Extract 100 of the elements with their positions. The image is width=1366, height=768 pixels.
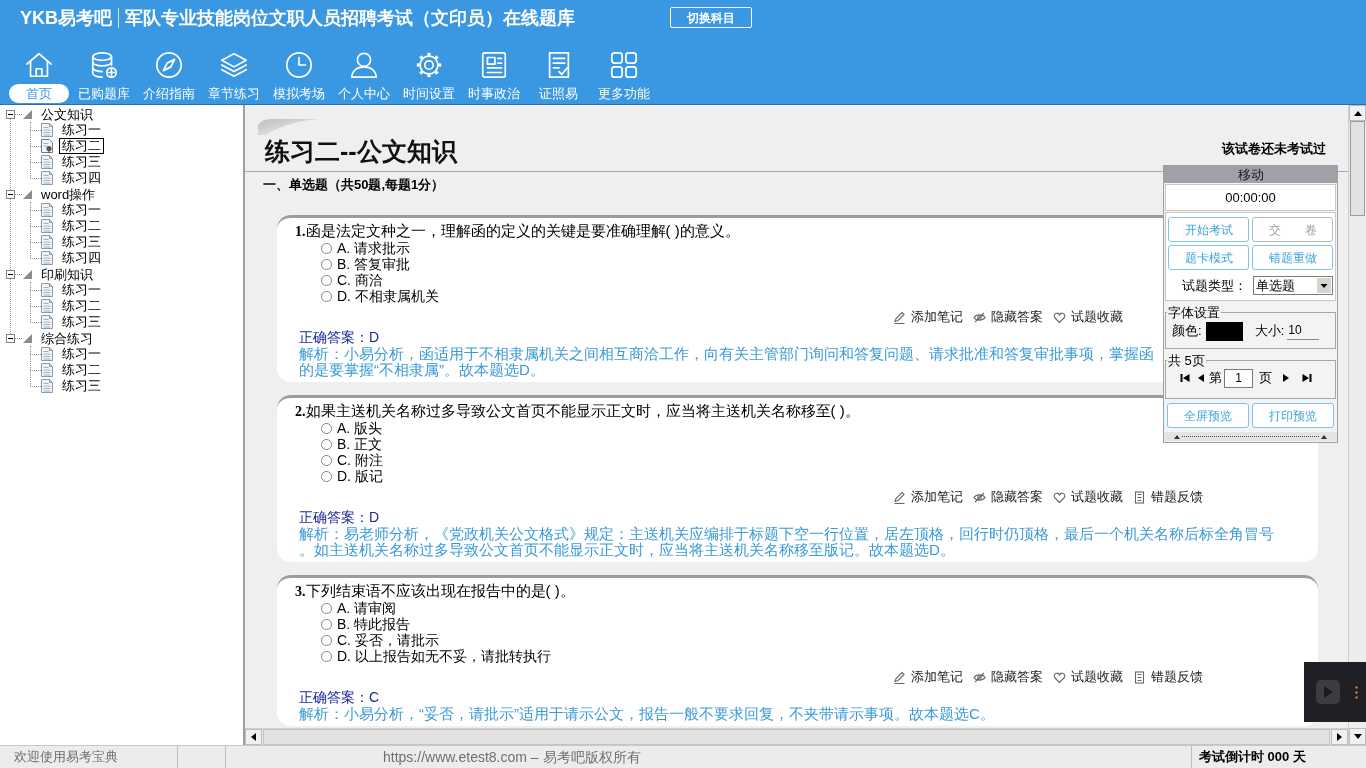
radio-button[interactable]	[321, 274, 332, 286]
layers-icon	[218, 50, 249, 80]
radio-button[interactable]	[321, 242, 332, 254]
last-page-icon[interactable]	[1302, 373, 1312, 383]
question-action[interactable]: 试题收藏	[1053, 307, 1123, 327]
tree-group-label[interactable]: 印刷知识	[41, 266, 93, 282]
question-number: 2.	[295, 403, 306, 421]
minus-box-icon[interactable]	[6, 189, 15, 199]
question-action[interactable]: 添加笔记	[893, 307, 963, 327]
radio-button[interactable]	[321, 422, 332, 434]
question-action[interactable]: 试题收藏	[1053, 667, 1123, 687]
answer-explanation: 的是要掌握“不相隶属”。故本题选D。	[299, 362, 545, 378]
minus-box-icon[interactable]	[6, 269, 15, 279]
tree-item[interactable]: 练习三	[59, 154, 104, 170]
question-action[interactable]: 错题反馈	[1133, 487, 1203, 507]
document-icon	[41, 123, 53, 137]
compass-icon	[153, 50, 184, 80]
minus-box-icon[interactable]	[6, 333, 15, 343]
question-action[interactable]: 添加笔记	[893, 667, 963, 687]
question-text: 函是法定文种之一，理解函的定义的关键是要准确理解( )的意义。	[305, 222, 740, 240]
scroll-right-button[interactable]	[1331, 729, 1348, 745]
tree-item[interactable]: 练习二	[59, 362, 104, 378]
radio-button[interactable]	[321, 618, 332, 630]
radio-button[interactable]	[321, 290, 332, 302]
pencil-icon	[893, 670, 906, 684]
font-color-swatch[interactable]	[1205, 321, 1243, 341]
radio-button[interactable]	[321, 258, 332, 270]
document-icon	[41, 363, 53, 377]
field-label: 颜色:	[1172, 322, 1202, 341]
app-title: 军队专业技能岗位文职人员招聘考试（文印员）在线题库	[125, 6, 575, 29]
tree-item[interactable]: 练习一	[59, 122, 104, 138]
tree-group-label[interactable]: 公文知识	[41, 106, 93, 122]
scroll-up-button[interactable]	[1349, 105, 1366, 121]
pager-label: 第	[1209, 369, 1222, 388]
document-icon	[41, 251, 53, 265]
timer-display: 00:00:00	[1165, 184, 1336, 211]
page-number-field[interactable]: 1	[1224, 368, 1253, 388]
document-icon	[41, 299, 53, 313]
font-size-field[interactable]: 10	[1287, 322, 1320, 340]
option-label: B. 答复审批	[337, 256, 411, 272]
triangle-right-icon	[1337, 733, 1342, 741]
panel-title-bar[interactable]: 移动	[1164, 166, 1337, 183]
triangle-up-icon	[1353, 110, 1362, 116]
first-page-icon[interactable]	[1180, 373, 1190, 383]
document-icon	[41, 315, 53, 329]
eye-slash-icon	[973, 490, 986, 504]
radio-button[interactable]	[321, 454, 332, 466]
tree-item[interactable]: 练习一	[59, 282, 104, 298]
document-icon	[41, 219, 53, 233]
triangle-down-icon	[1353, 734, 1362, 739]
document-icon	[41, 155, 53, 169]
scrollbar-thumb[interactable]	[1350, 121, 1365, 216]
option-label: B. 特此报告	[337, 616, 411, 632]
question-action[interactable]: 隐藏答案	[973, 487, 1043, 507]
tree-item[interactable]: 练习三	[59, 314, 104, 330]
tree-item[interactable]: 练习四	[59, 170, 104, 186]
radio-button[interactable]	[321, 602, 332, 614]
radio-button[interactable]	[321, 634, 332, 646]
tree-item[interactable]: 练习四	[59, 250, 104, 266]
radio-button[interactable]	[321, 438, 332, 450]
pencil-icon	[893, 490, 906, 504]
copyright-text: https://www.etest8.com – 易考吧版权所有	[383, 747, 641, 767]
question-type-select[interactable]: 单选题	[1253, 276, 1333, 295]
question-action[interactable]: 隐藏答案	[973, 667, 1043, 687]
field-label: 大小:	[1254, 322, 1285, 341]
exam-status: 该试卷还未考试过	[1222, 141, 1326, 157]
next-page-icon[interactable]	[1282, 373, 1290, 383]
triangle-icon	[23, 333, 32, 343]
eye-slash-icon	[973, 670, 986, 684]
radio-button[interactable]	[321, 470, 332, 482]
tree-item[interactable]: 练习二	[59, 298, 104, 314]
vertical-scrollbar[interactable]	[1348, 105, 1366, 745]
more-dots-icon[interactable]	[1355, 685, 1358, 699]
triangle-left-icon	[251, 733, 256, 741]
resize-handle[interactable]	[1164, 432, 1337, 441]
scroll-left-button[interactable]	[245, 729, 262, 745]
tree-item[interactable]: 练习三	[59, 234, 104, 250]
tree-item[interactable]: 练习二	[59, 138, 104, 154]
tree-group-label[interactable]: 综合练习	[41, 330, 93, 346]
clock-icon	[283, 50, 314, 80]
answer-explanation: 解析：小易分析，“妥否，请批示”适用于请示公文，报告一般不要求回复，不夹带请示事项。故本题选C。	[299, 706, 996, 722]
tree-item[interactable]: 练习一	[59, 346, 104, 362]
question-text: 下列结束语不应该出现在报告中的是( )。	[305, 582, 575, 600]
minus-box-icon[interactable]	[6, 109, 15, 119]
option-label: C. 商洽	[337, 272, 383, 288]
countdown-text: 考试倒计时 000 天	[1199, 748, 1306, 767]
question-action[interactable]: 错题反馈	[1133, 667, 1203, 687]
tree-item[interactable]: 练习一	[59, 202, 104, 218]
question-action[interactable]: 隐藏答案	[973, 307, 1043, 327]
tree-item[interactable]: 练习二	[59, 218, 104, 234]
tree-group-label[interactable]: word操作	[41, 186, 96, 202]
radio-button[interactable]	[321, 650, 332, 662]
heart-icon	[1053, 670, 1066, 684]
pencil-icon	[893, 310, 906, 324]
tree-item[interactable]: 练习三	[59, 378, 104, 394]
question-action[interactable]: 试题收藏	[1053, 487, 1123, 507]
previous-page-icon[interactable]	[1197, 373, 1205, 383]
scroll-down-button[interactable]	[1349, 728, 1366, 745]
group-title: 字体设置	[1167, 305, 1221, 320]
question-action[interactable]: 添加笔记	[893, 487, 963, 507]
